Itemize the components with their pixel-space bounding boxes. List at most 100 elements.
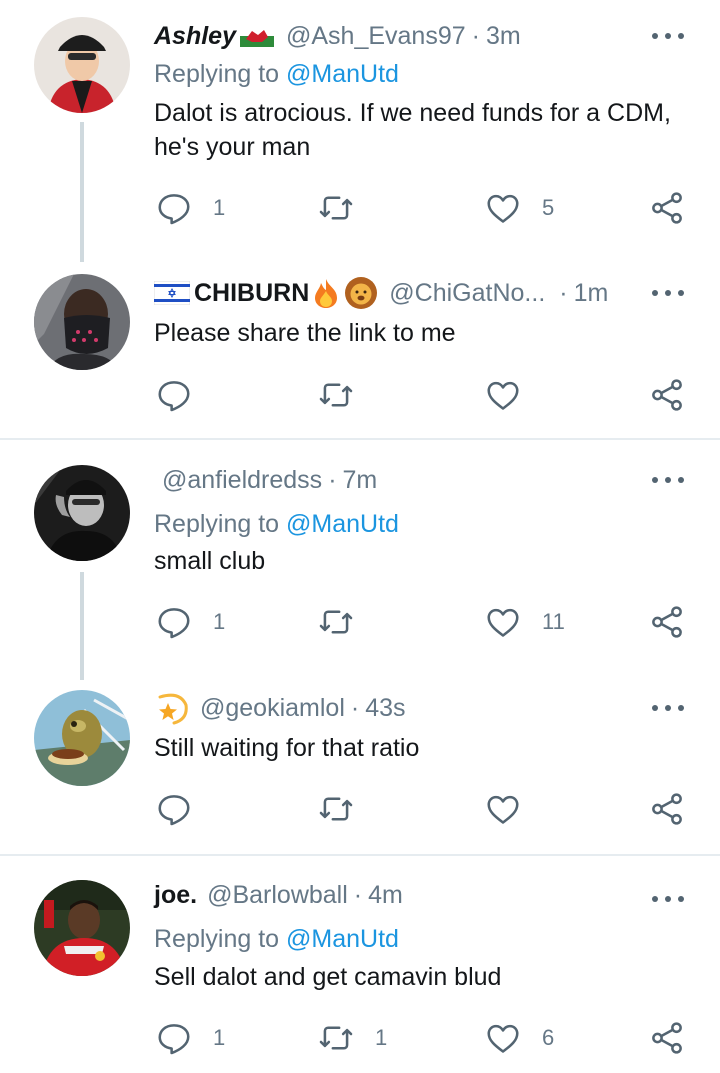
replying-to: Replying to @ManUtd [154, 510, 399, 539]
tweet-actions [0, 373, 720, 417]
replying-label: Replying to [154, 60, 280, 88]
avatar[interactable] [34, 465, 130, 561]
tweet-barlowball[interactable]: joe. @Barlowball · 4m Replying to @ManUt… [0, 856, 720, 1073]
more-options-icon[interactable] [652, 691, 684, 725]
replying-to: Replying to @ManUtd [154, 925, 399, 954]
tweet-geokiamlol[interactable]: @geokiamlol · 43s Still waiting for that… [0, 676, 720, 854]
reply-count: 1 [213, 609, 226, 634]
avatar[interactable] [34, 880, 130, 976]
avatar-image [34, 465, 130, 561]
handle[interactable]: @geokiamlol [200, 694, 345, 723]
share-icon [652, 192, 682, 224]
share-button[interactable] [648, 186, 686, 230]
share-button[interactable] [648, 600, 686, 644]
reply-icon [158, 194, 190, 225]
display-name[interactable]: Ashley [154, 22, 236, 51]
tweet-actions: 1 11 [0, 600, 720, 644]
retweet-button[interactable] [317, 787, 375, 831]
tweet-actions [0, 787, 720, 831]
separator-dot: · [350, 693, 360, 722]
share-button[interactable] [648, 373, 686, 417]
handle[interactable]: @Ash_Evans97 [286, 22, 466, 51]
heart-icon [487, 1024, 519, 1053]
avatar[interactable] [34, 17, 130, 113]
retweet-count: 1 [375, 1025, 388, 1050]
replying-label: Replying to [154, 925, 280, 953]
like-count: 5 [542, 195, 555, 220]
tweet-text: Still waiting for that ratio [154, 734, 420, 762]
display-name[interactable]: joe. [154, 881, 197, 910]
avatar-image [34, 17, 130, 113]
retweet-icon [319, 196, 353, 220]
like-count: 6 [542, 1025, 555, 1050]
timestamp[interactable]: 3m [486, 22, 521, 51]
retweet-button[interactable] [317, 373, 375, 417]
timestamp[interactable]: 7m [343, 466, 378, 495]
more-options-icon[interactable] [652, 19, 684, 53]
like-button[interactable]: 5 [484, 186, 554, 230]
tweet-text: Dalot is atrocious. If we need funds for… [154, 99, 671, 161]
separator-dot: · [559, 278, 568, 307]
lion-icon [343, 276, 379, 310]
display-name[interactable]: CHIBURN [194, 279, 309, 308]
heart-icon [487, 381, 519, 410]
avatar-image [34, 274, 130, 370]
retweet-button[interactable]: 1 [317, 1016, 387, 1060]
timestamp[interactable]: 4m [368, 881, 403, 910]
share-icon [652, 793, 682, 825]
retweet-icon [319, 797, 353, 821]
share-button[interactable] [648, 1016, 686, 1060]
reply-button[interactable]: 1 [155, 186, 225, 230]
mention-link[interactable]: @ManUtd [286, 60, 399, 88]
more-options-icon[interactable] [652, 276, 684, 310]
avatar-image [34, 880, 130, 976]
reply-button[interactable] [155, 787, 213, 831]
dizzy-star-icon [154, 691, 190, 725]
handle[interactable]: @anfieldredss [162, 466, 322, 495]
share-icon [652, 1022, 682, 1054]
reply-count: 1 [213, 1025, 226, 1050]
avatar[interactable] [34, 274, 130, 370]
handle[interactable]: @Barlowball [207, 881, 348, 910]
wales-flag-icon [239, 25, 274, 47]
tweet-text: small club [154, 547, 266, 575]
tweet-text: Please share the link to me [154, 319, 456, 347]
timestamp[interactable]: 1m [574, 279, 609, 308]
separator-dot: · [328, 465, 337, 494]
reply-icon [158, 1024, 190, 1055]
more-options-icon[interactable] [652, 882, 684, 916]
reply-icon [158, 608, 190, 639]
heart-icon [487, 194, 519, 223]
reply-button[interactable]: 1 [155, 600, 225, 644]
replying-label: Replying to [154, 510, 280, 538]
like-button[interactable] [484, 373, 542, 417]
tweet-anfieldredss[interactable]: @anfieldredss · 7m Replying to @ManUtd s… [0, 440, 720, 680]
reply-button[interactable] [155, 373, 213, 417]
more-options-icon[interactable] [652, 463, 684, 497]
share-icon [652, 606, 682, 638]
separator-dot: · [471, 21, 480, 50]
retweet-icon [319, 383, 353, 407]
separator-dot: · [353, 880, 363, 909]
like-button[interactable]: 11 [484, 600, 565, 644]
mention-link[interactable]: @ManUtd [286, 510, 399, 538]
retweet-button[interactable] [317, 186, 375, 230]
reply-button[interactable]: 1 [155, 1016, 225, 1060]
tweet-actions: 1 1 6 [0, 1016, 720, 1060]
share-icon [652, 379, 682, 411]
share-button[interactable] [648, 787, 686, 831]
retweet-button[interactable] [317, 600, 375, 644]
handle[interactable]: @ChiGatNo... [389, 279, 545, 308]
like-button[interactable]: 6 [484, 1016, 554, 1060]
heart-icon [487, 608, 519, 637]
reply-icon [158, 381, 190, 412]
tweet-actions: 1 5 [0, 186, 720, 230]
avatar[interactable] [34, 690, 130, 786]
tweet-ashley[interactable]: Ashley @Ash_Evans97 · 3m Replying to @Ma… [0, 0, 720, 262]
mention-link[interactable]: @ManUtd [286, 925, 399, 953]
like-button[interactable] [484, 787, 542, 831]
reply-icon [158, 795, 190, 826]
tweet-chiburn[interactable]: CHIBURN @ChiGatNo... · 1m Please share t… [0, 260, 720, 438]
israel-flag-icon [153, 280, 191, 306]
timestamp[interactable]: 43s [365, 694, 405, 723]
